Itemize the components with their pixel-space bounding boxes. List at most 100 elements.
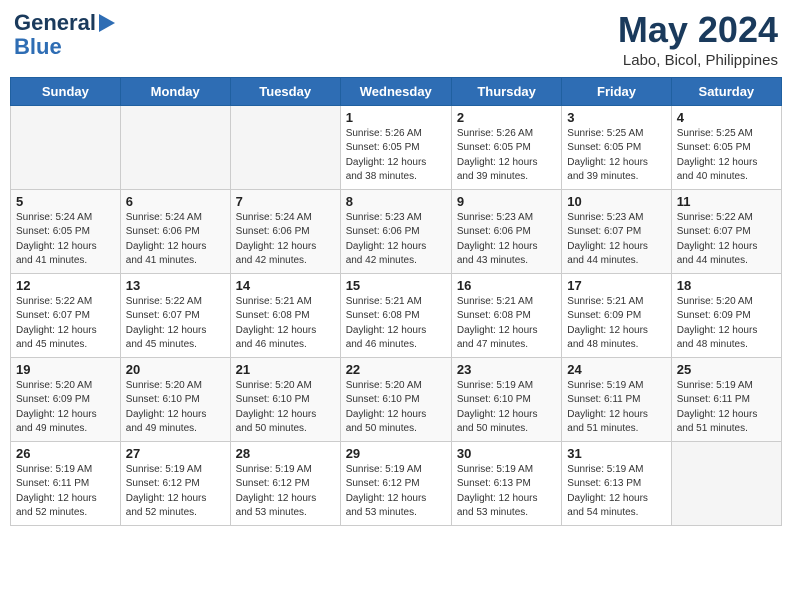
day-number: 18 [677,278,776,293]
day-info: Sunrise: 5:23 AM Sunset: 6:07 PM Dayligh… [567,211,665,269]
calendar-header-row: SundayMondayTuesdayWednesdayThursdayFrid… [11,77,782,105]
calendar-cell: 17Sunrise: 5:21 AM Sunset: 6:09 PM Dayli… [562,273,671,357]
calendar-cell: 23Sunrise: 5:19 AM Sunset: 6:10 PM Dayli… [451,357,561,441]
calendar-cell: 10 Sunrise: 5:23 AM Sunset: 6:07 PM Dayli… [562,189,671,273]
month-year-title: May 2024 [618,10,778,50]
calendar-cell [671,441,781,525]
day-number: 9 [457,194,556,209]
day-info: Sunrise: 5:24 AM Sunset: 6:05 PM Dayligh… [16,211,115,269]
day-number: 7 [236,194,335,209]
day-info: Sunrise: 5:20 AM Sunset: 6:09 PM Dayligh… [16,379,115,437]
column-header-thursday: Thursday [451,77,561,105]
title-block: May 2024 Labo, Bicol, Philippines [618,10,778,69]
calendar-cell: 5 Sunrise: 5:24 AM Sunset: 6:05 PM Daylig… [11,189,121,273]
day-info: Sunrise: 5:19 AM Sunset: 6:12 PM Dayligh… [126,463,225,521]
calendar-cell: 29 Sunrise: 5:19 AM Sunset: 6:12 PM Dayli… [340,441,451,525]
day-info: Sunrise: 5:20 AM Sunset: 6:10 PM Dayligh… [126,379,225,437]
day-info: Sunrise: 5:23 AM Sunset: 6:06 PM Dayligh… [346,211,446,269]
day-info: Sunrise: 5:23 AM Sunset: 6:06 PM Dayligh… [457,211,556,269]
day-number: 3 [567,110,665,125]
day-info: Sunrise: 5:22 AM Sunset: 6:07 PM Dayligh… [126,295,225,353]
calendar-cell: 25 Sunrise: 5:19 AM Sunset: 6:11 PM Dayli… [671,357,781,441]
calendar-cell: 22Sunrise: 5:20 AM Sunset: 6:10 PM Dayli… [340,357,451,441]
day-number: 30 [457,446,556,461]
day-info: Sunrise: 5:20 AM Sunset: 6:10 PM Dayligh… [236,379,335,437]
column-header-wednesday: Wednesday [340,77,451,105]
day-number: 12 [16,278,115,293]
calendar-cell: 4 Sunrise: 5:25 AM Sunset: 6:05 PM Daylig… [671,105,781,189]
day-number: 16 [457,278,556,293]
calendar-cell: 13 Sunrise: 5:22 AM Sunset: 6:07 PM Dayli… [120,273,230,357]
calendar-cell: 27Sunrise: 5:19 AM Sunset: 6:12 PM Dayli… [120,441,230,525]
day-info: Sunrise: 5:26 AM Sunset: 6:05 PM Dayligh… [457,127,556,185]
day-number: 4 [677,110,776,125]
calendar-cell: 30 Sunrise: 5:19 AM Sunset: 6:13 PM Dayli… [451,441,561,525]
logo-line1: General [14,10,115,36]
calendar-cell: 21Sunrise: 5:20 AM Sunset: 6:10 PM Dayli… [230,357,340,441]
day-number: 15 [346,278,446,293]
calendar-cell: 16 Sunrise: 5:21 AM Sunset: 6:08 PM Dayli… [451,273,561,357]
day-info: Sunrise: 5:19 AM Sunset: 6:12 PM Dayligh… [236,463,335,521]
calendar-cell: 2 Sunrise: 5:26 AM Sunset: 6:05 PM Daylig… [451,105,561,189]
calendar-cell: 12 Sunrise: 5:22 AM Sunset: 6:07 PM Dayli… [11,273,121,357]
calendar-cell: 31 Sunrise: 5:19 AM Sunset: 6:13 PM Dayli… [562,441,671,525]
day-info: Sunrise: 5:24 AM Sunset: 6:06 PM Dayligh… [126,211,225,269]
calendar-cell: 7Sunrise: 5:24 AM Sunset: 6:06 PM Daylig… [230,189,340,273]
location-subtitle: Labo, Bicol, Philippines [618,52,778,69]
day-info: Sunrise: 5:25 AM Sunset: 6:05 PM Dayligh… [677,127,776,185]
calendar-table: SundayMondayTuesdayWednesdayThursdayFrid… [10,77,782,526]
day-info: Sunrise: 5:21 AM Sunset: 6:08 PM Dayligh… [457,295,556,353]
day-number: 1 [346,110,446,125]
calendar-week-row: 5 Sunrise: 5:24 AM Sunset: 6:05 PM Daylig… [11,189,782,273]
day-number: 11 [677,194,776,209]
calendar-cell: 15 Sunrise: 5:21 AM Sunset: 6:08 PM Dayli… [340,273,451,357]
calendar-cell: 26 Sunrise: 5:19 AM Sunset: 6:11 PM Dayli… [11,441,121,525]
calendar-cell: 24 Sunrise: 5:19 AM Sunset: 6:11 PM Dayli… [562,357,671,441]
calendar-cell: 11Sunrise: 5:22 AM Sunset: 6:07 PM Dayli… [671,189,781,273]
calendar-cell [11,105,121,189]
day-number: 26 [16,446,115,461]
day-info: Sunrise: 5:19 AM Sunset: 6:11 PM Dayligh… [567,379,665,437]
day-info: Sunrise: 5:19 AM Sunset: 6:10 PM Dayligh… [457,379,556,437]
column-header-sunday: Sunday [11,77,121,105]
calendar-cell: 19 Sunrise: 5:20 AM Sunset: 6:09 PM Dayli… [11,357,121,441]
day-info: Sunrise: 5:22 AM Sunset: 6:07 PM Dayligh… [16,295,115,353]
calendar-week-row: 12 Sunrise: 5:22 AM Sunset: 6:07 PM Dayli… [11,273,782,357]
day-info: Sunrise: 5:26 AM Sunset: 6:05 PM Dayligh… [346,127,446,185]
day-number: 17 [567,278,665,293]
logo-arrow-icon [99,14,115,32]
day-info: Sunrise: 5:19 AM Sunset: 6:11 PM Dayligh… [677,379,776,437]
day-number: 14 [236,278,335,293]
day-number: 6 [126,194,225,209]
day-number: 24 [567,362,665,377]
day-number: 2 [457,110,556,125]
day-number: 10 [567,194,665,209]
page-header: General Blue May 2024 Labo, Bicol, Phili… [10,10,782,69]
calendar-cell: 14 Sunrise: 5:21 AM Sunset: 6:08 PM Dayli… [230,273,340,357]
day-number: 29 [346,446,446,461]
day-number: 25 [677,362,776,377]
day-info: Sunrise: 5:19 AM Sunset: 6:13 PM Dayligh… [457,463,556,521]
column-header-saturday: Saturday [671,77,781,105]
day-number: 22 [346,362,446,377]
day-number: 19 [16,362,115,377]
calendar-cell: 28Sunrise: 5:19 AM Sunset: 6:12 PM Dayli… [230,441,340,525]
day-number: 13 [126,278,225,293]
day-info: Sunrise: 5:25 AM Sunset: 6:05 PM Dayligh… [567,127,665,185]
day-info: Sunrise: 5:19 AM Sunset: 6:11 PM Dayligh… [16,463,115,521]
logo-blue: Blue [14,36,62,58]
day-number: 5 [16,194,115,209]
calendar-week-row: 19 Sunrise: 5:20 AM Sunset: 6:09 PM Dayli… [11,357,782,441]
day-info: Sunrise: 5:19 AM Sunset: 6:12 PM Dayligh… [346,463,446,521]
day-info: Sunrise: 5:21 AM Sunset: 6:08 PM Dayligh… [346,295,446,353]
day-info: Sunrise: 5:19 AM Sunset: 6:13 PM Dayligh… [567,463,665,521]
day-number: 20 [126,362,225,377]
calendar-week-row: 1 Sunrise: 5:26 AM Sunset: 6:05 PM Daylig… [11,105,782,189]
calendar-cell: 20 Sunrise: 5:20 AM Sunset: 6:10 PM Dayli… [120,357,230,441]
calendar-cell: 18Sunrise: 5:20 AM Sunset: 6:09 PM Dayli… [671,273,781,357]
calendar-cell: 1 Sunrise: 5:26 AM Sunset: 6:05 PM Daylig… [340,105,451,189]
day-number: 31 [567,446,665,461]
calendar-cell: 3 Sunrise: 5:25 AM Sunset: 6:05 PM Daylig… [562,105,671,189]
day-info: Sunrise: 5:21 AM Sunset: 6:08 PM Dayligh… [236,295,335,353]
calendar-cell [120,105,230,189]
